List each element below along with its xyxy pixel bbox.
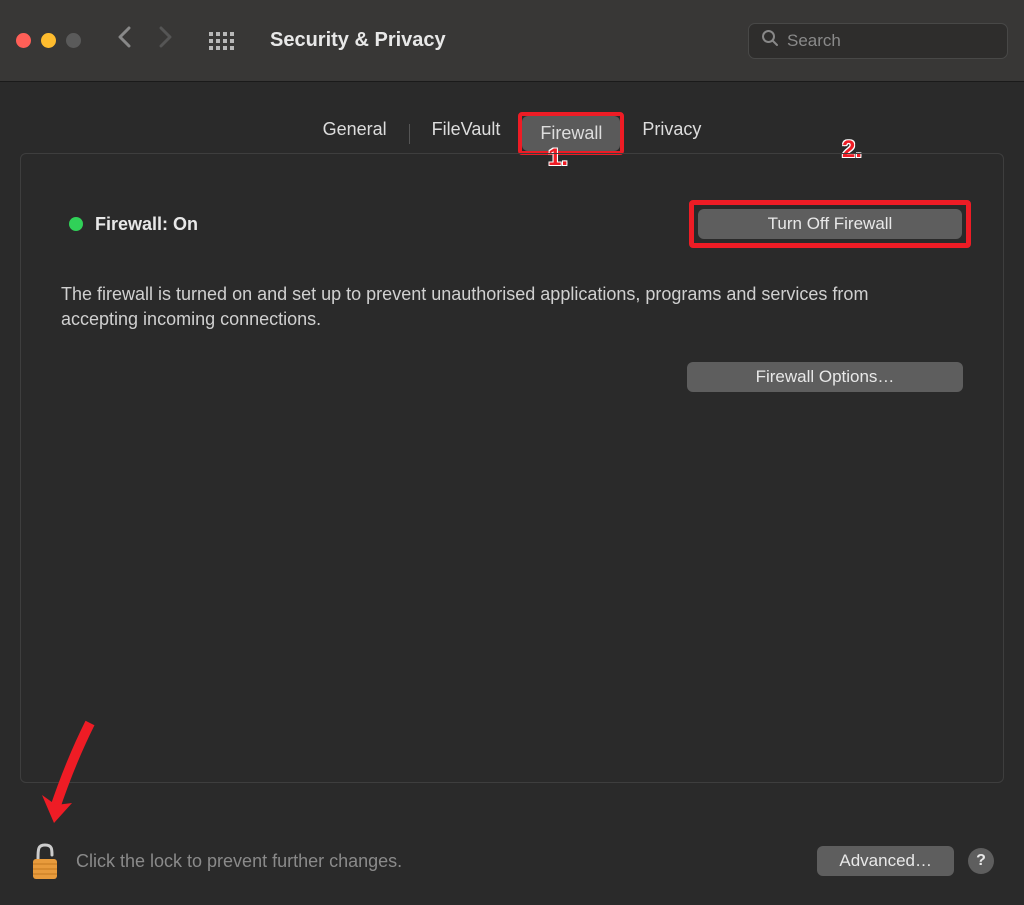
firewall-options-button[interactable]: Firewall Options… xyxy=(687,362,963,392)
traffic-lights xyxy=(16,33,81,48)
search-placeholder: Search xyxy=(787,31,841,51)
minimize-window-button[interactable] xyxy=(41,33,56,48)
firewall-description: The firewall is turned on and set up to … xyxy=(61,282,921,332)
annotation-highlight-firewall-tab: Firewall xyxy=(518,112,624,155)
titlebar: Security & Privacy Search xyxy=(0,0,1024,82)
advanced-button[interactable]: Advanced… xyxy=(817,846,954,876)
footer: Click the lock to prevent further change… xyxy=(30,841,994,881)
help-button[interactable]: ? xyxy=(968,848,994,874)
search-input[interactable]: Search xyxy=(748,23,1008,59)
lock-button[interactable] xyxy=(30,841,60,881)
window-title: Security & Privacy xyxy=(270,29,734,52)
annotation-highlight-turn-off-button: Turn Off Firewall xyxy=(689,200,971,248)
tab-filevault[interactable]: FileVault xyxy=(414,112,519,155)
maximize-window-button[interactable] xyxy=(66,33,81,48)
status-indicator-on-icon xyxy=(69,217,83,231)
show-all-button[interactable] xyxy=(209,32,234,50)
close-window-button[interactable] xyxy=(16,33,31,48)
nav-arrows xyxy=(117,26,173,55)
lock-help-text: Click the lock to prevent further change… xyxy=(76,851,801,872)
forward-button[interactable] xyxy=(159,26,173,55)
back-button[interactable] xyxy=(117,26,131,55)
tab-privacy[interactable]: Privacy xyxy=(624,112,719,155)
annotation-arrow-icon xyxy=(40,713,100,833)
turn-off-firewall-button[interactable]: Turn Off Firewall xyxy=(698,209,962,239)
tab-separator xyxy=(409,124,410,144)
tab-firewall[interactable]: Firewall xyxy=(522,116,620,151)
content-panel: Firewall: On Turn Off Firewall The firew… xyxy=(20,153,1004,783)
firewall-status-label: Firewall: On xyxy=(95,214,677,235)
tab-general[interactable]: General xyxy=(305,112,405,155)
search-icon xyxy=(761,29,779,52)
